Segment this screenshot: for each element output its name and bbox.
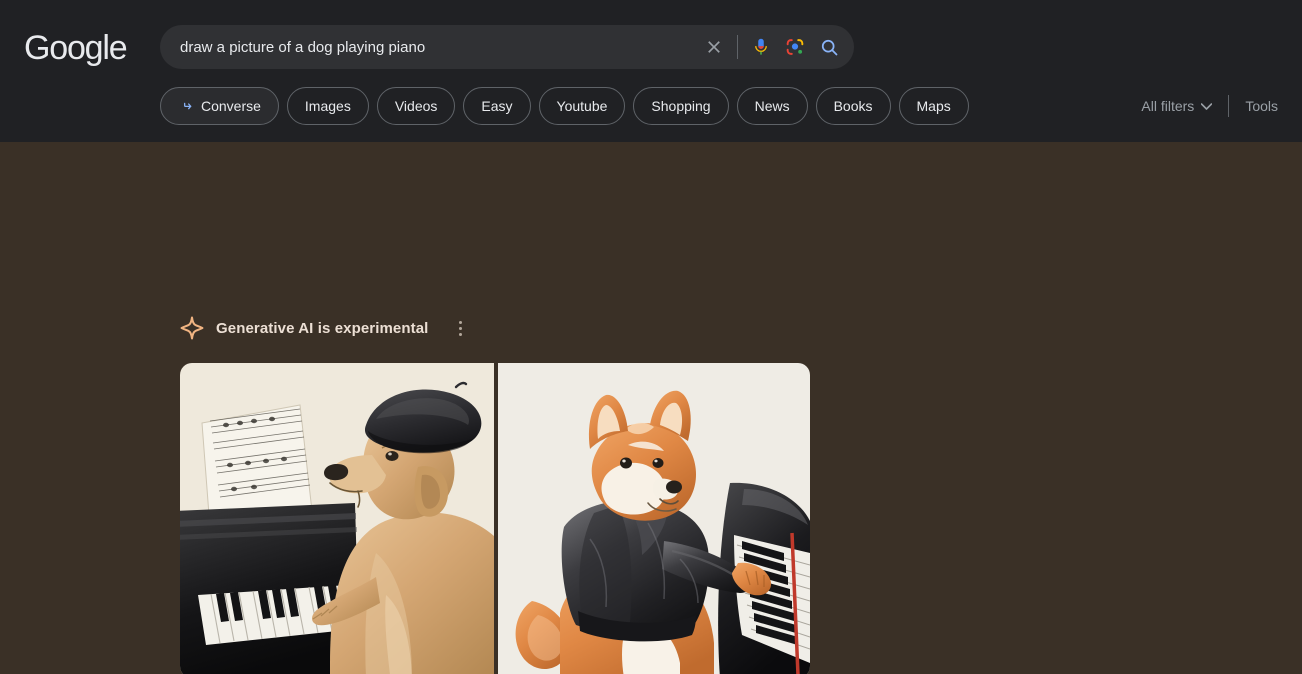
search-input[interactable] — [180, 25, 697, 69]
microphone-icon[interactable] — [744, 30, 778, 64]
chevron-down-icon — [1201, 102, 1213, 110]
chip-label: Youtube — [556, 98, 608, 114]
chip-converse[interactable]: Converse — [160, 87, 279, 125]
generative-ai-result-panel: Generative AI is experimental — [0, 142, 1302, 674]
search-bar — [160, 25, 854, 69]
genai-header: Generative AI is experimental — [180, 316, 471, 340]
google-logo[interactable]: Google — [24, 29, 128, 68]
all-filters-label: All filters — [1141, 98, 1195, 114]
generated-image-2[interactable] — [498, 363, 810, 674]
chip-label: News — [754, 98, 790, 114]
chip-label: Books — [833, 98, 873, 114]
chip-label: Videos — [394, 98, 438, 114]
chip-label: Shopping — [651, 98, 711, 114]
chip-label: Maps — [916, 98, 951, 114]
more-options-icon[interactable] — [449, 317, 471, 339]
sparkle-icon — [180, 316, 204, 340]
tools-button[interactable]: Tools — [1229, 98, 1278, 114]
labrador-with-beret-artwork — [180, 363, 494, 674]
search-divider — [737, 35, 738, 59]
chip-images[interactable]: Images — [286, 87, 369, 125]
chip-videos[interactable]: Videos — [376, 87, 456, 125]
chip-news[interactable]: News — [736, 87, 808, 125]
genai-label: Generative AI is experimental — [216, 319, 429, 337]
clear-icon[interactable] — [697, 30, 731, 64]
search-header: Google draw a picture of a dog playing p… — [0, 0, 1302, 142]
all-filters-button[interactable]: All filters — [1141, 98, 1228, 114]
chip-label: Images — [304, 98, 351, 114]
filter-chip-row: Converse Images Videos Easy Youtube Shop… — [160, 87, 969, 125]
chip-label: Easy — [481, 98, 513, 114]
chip-maps[interactable]: Maps — [898, 87, 969, 125]
shiba-inu-leather-jacket-artwork — [498, 363, 810, 674]
google-lens-icon[interactable] — [778, 30, 812, 64]
generated-image-1[interactable] — [180, 363, 494, 674]
chip-label: Converse — [201, 98, 261, 114]
chip-shopping[interactable]: Shopping — [633, 87, 729, 125]
chip-books[interactable]: Books — [815, 87, 891, 125]
chip-easy[interactable]: Easy — [463, 87, 531, 125]
generated-image-strip — [180, 363, 810, 674]
search-submit-icon[interactable] — [812, 30, 846, 64]
chip-youtube[interactable]: Youtube — [538, 87, 626, 125]
reply-arrow-icon — [178, 98, 194, 114]
header-right-controls: All filters Tools — [1141, 87, 1278, 125]
